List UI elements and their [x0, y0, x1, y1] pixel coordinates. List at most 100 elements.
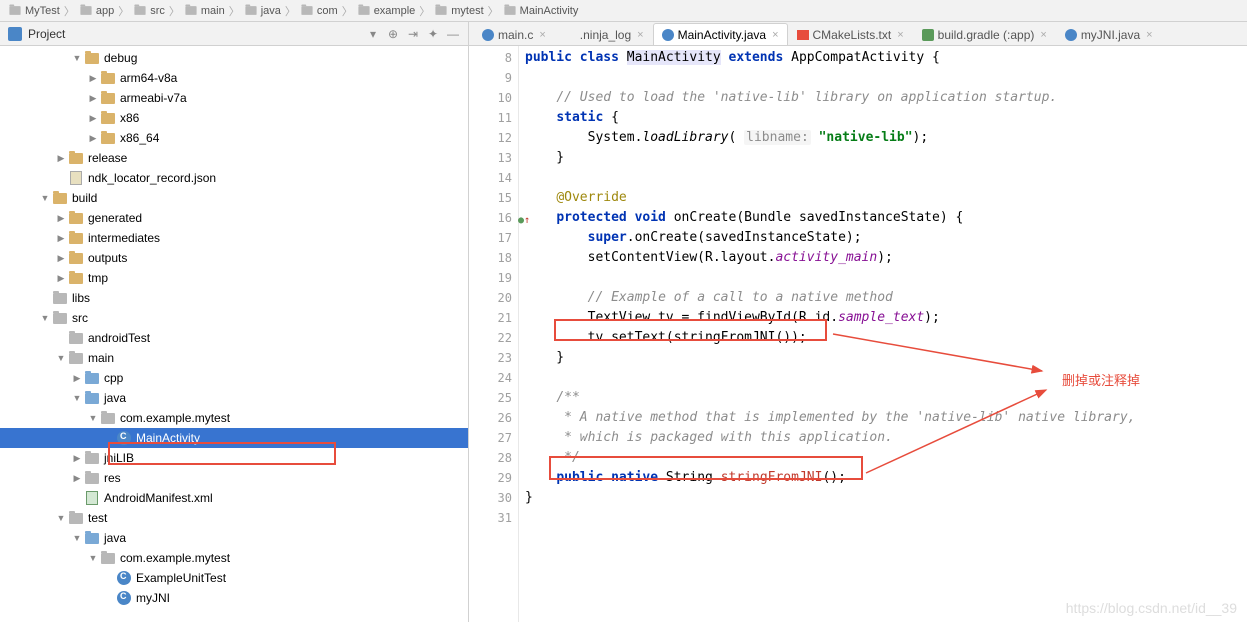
- chevron-down-icon[interactable]: ▼: [88, 413, 98, 423]
- code-line[interactable]: [525, 268, 1247, 288]
- code-line[interactable]: @Override: [525, 188, 1247, 208]
- tree-row[interactable]: myJNI: [0, 588, 468, 608]
- tree-row[interactable]: ▼src: [0, 308, 468, 328]
- tree-row[interactable]: ▼com.example.mytest: [0, 408, 468, 428]
- tree-row[interactable]: ▶release: [0, 148, 468, 168]
- code-line[interactable]: public class MainActivity extends AppCom…: [525, 48, 1247, 68]
- editor-tab[interactable]: myJNI.java×: [1056, 23, 1162, 45]
- close-icon[interactable]: ×: [1040, 29, 1046, 41]
- code-line[interactable]: setContentView(R.layout.activity_main);: [525, 248, 1247, 268]
- code-line[interactable]: tv.setText(stringFromJNI());: [525, 328, 1247, 348]
- close-icon[interactable]: ×: [637, 29, 643, 41]
- tree-row[interactable]: ndk_locator_record.json: [0, 168, 468, 188]
- editor-tab[interactable]: main.c×: [473, 23, 555, 45]
- breadcrumb-item[interactable]: MainActivity: [503, 5, 579, 17]
- tree-row[interactable]: ▶outputs: [0, 248, 468, 268]
- code-line[interactable]: // Used to load the 'native-lib' library…: [525, 88, 1247, 108]
- breadcrumb-item[interactable]: MyTest: [8, 5, 60, 17]
- chevron-right-icon[interactable]: ▶: [72, 373, 82, 383]
- code-line[interactable]: public native String stringFromJNI();: [525, 468, 1247, 488]
- tree-row[interactable]: ▼debug: [0, 48, 468, 68]
- tree-row[interactable]: ▼build: [0, 188, 468, 208]
- tree-row[interactable]: ▶x86_64: [0, 128, 468, 148]
- code[interactable]: public class MainActivity extends AppCom…: [519, 46, 1247, 622]
- chevron-down-icon[interactable]: ▼: [88, 553, 98, 563]
- code-line[interactable]: [525, 508, 1247, 528]
- chevron-down-icon[interactable]: ▼: [40, 193, 50, 203]
- tree-row[interactable]: androidTest: [0, 328, 468, 348]
- tree-row[interactable]: ▶jniLIB: [0, 448, 468, 468]
- code-line[interactable]: }: [525, 348, 1247, 368]
- chevron-right-icon[interactable]: ▶: [56, 213, 66, 223]
- tree-row[interactable]: MainActivity: [0, 428, 468, 448]
- breadcrumb-item[interactable]: example: [357, 5, 416, 17]
- chevron-down-icon[interactable]: ▼: [56, 513, 66, 523]
- dropdown-icon[interactable]: ▾: [366, 27, 380, 41]
- chevron-right-icon[interactable]: ▶: [56, 273, 66, 283]
- code-line[interactable]: */: [525, 448, 1247, 468]
- editor-tab[interactable]: MainActivity.java×: [653, 23, 788, 45]
- chevron-right-icon[interactable]: ▶: [88, 93, 98, 103]
- tree-row[interactable]: ▶cpp: [0, 368, 468, 388]
- tree-row[interactable]: libs: [0, 288, 468, 308]
- tree-row[interactable]: ▶intermediates: [0, 228, 468, 248]
- code-line[interactable]: [525, 168, 1247, 188]
- tree-row[interactable]: AndroidManifest.xml: [0, 488, 468, 508]
- tree-row[interactable]: ▼com.example.mytest: [0, 548, 468, 568]
- tree-row[interactable]: ▶arm64-v8a: [0, 68, 468, 88]
- breadcrumb-item[interactable]: src: [133, 5, 165, 17]
- chevron-right-icon[interactable]: ▶: [72, 453, 82, 463]
- chevron-down-icon[interactable]: ▼: [72, 53, 82, 63]
- chevron-right-icon[interactable]: ▶: [56, 233, 66, 243]
- code-line[interactable]: System.loadLibrary( libname: "native-lib…: [525, 128, 1247, 148]
- breadcrumb-item[interactable]: com: [300, 5, 338, 17]
- tree-row[interactable]: ▶generated: [0, 208, 468, 228]
- code-line[interactable]: // Example of a call to a native method: [525, 288, 1247, 308]
- breadcrumb-item[interactable]: app: [79, 5, 114, 17]
- chevron-down-icon[interactable]: ▼: [72, 533, 82, 543]
- tree-row[interactable]: ▼test: [0, 508, 468, 528]
- tree-row[interactable]: ▶tmp: [0, 268, 468, 288]
- close-icon[interactable]: ×: [772, 29, 778, 41]
- code-line[interactable]: * which is packaged with this applicatio…: [525, 428, 1247, 448]
- gear-icon[interactable]: ✦: [426, 27, 440, 41]
- project-tree[interactable]: ▼debug▶arm64-v8a▶armeabi-v7a▶x86▶x86_64▶…: [0, 46, 468, 622]
- breadcrumb-item[interactable]: mytest: [434, 5, 483, 17]
- chevron-right-icon[interactable]: ▶: [88, 113, 98, 123]
- breadcrumb-item[interactable]: java: [244, 5, 281, 17]
- tree-row[interactable]: ▼java: [0, 388, 468, 408]
- chevron-right-icon[interactable]: ▶: [88, 73, 98, 83]
- hide-icon[interactable]: —: [446, 27, 460, 41]
- code-line[interactable]: * A native method that is implemented by…: [525, 408, 1247, 428]
- collapse-icon[interactable]: ⇥: [406, 27, 420, 41]
- editor-tab[interactable]: .ninja_log×: [555, 23, 653, 45]
- code-line[interactable]: static {: [525, 108, 1247, 128]
- code-line[interactable]: }: [525, 488, 1247, 508]
- chevron-down-icon[interactable]: ▼: [40, 313, 50, 323]
- tree-row[interactable]: ▶x86: [0, 108, 468, 128]
- chevron-right-icon[interactable]: ▶: [56, 153, 66, 163]
- tree-row[interactable]: ▶armeabi-v7a: [0, 88, 468, 108]
- editor-area[interactable]: 8910111213141516●↑1718192021222324252627…: [469, 46, 1247, 622]
- code-line[interactable]: [525, 68, 1247, 88]
- chevron-down-icon[interactable]: ▼: [72, 393, 82, 403]
- breadcrumb-item[interactable]: main: [184, 5, 225, 17]
- code-line[interactable]: }: [525, 148, 1247, 168]
- close-icon[interactable]: ×: [1146, 29, 1152, 41]
- chevron-right-icon[interactable]: ▶: [88, 133, 98, 143]
- editor-tab[interactable]: CMakeLists.txt×: [788, 23, 913, 45]
- chevron-down-icon[interactable]: ▼: [56, 353, 66, 363]
- target-icon[interactable]: ⊕: [386, 27, 400, 41]
- tree-row[interactable]: ExampleUnitTest: [0, 568, 468, 588]
- code-line[interactable]: protected void onCreate(Bundle savedInst…: [525, 208, 1247, 228]
- code-line[interactable]: super.onCreate(savedInstanceState);: [525, 228, 1247, 248]
- tree-row[interactable]: ▶res: [0, 468, 468, 488]
- code-line[interactable]: TextView tv = findViewById(R.id.sample_t…: [525, 308, 1247, 328]
- editor-tab[interactable]: build.gradle (:app)×: [913, 23, 1056, 45]
- chevron-right-icon[interactable]: ▶: [56, 253, 66, 263]
- close-icon[interactable]: ×: [539, 29, 545, 41]
- chevron-right-icon[interactable]: ▶: [72, 473, 82, 483]
- code-line[interactable]: /**: [525, 388, 1247, 408]
- tree-row[interactable]: ▼main: [0, 348, 468, 368]
- close-icon[interactable]: ×: [897, 29, 903, 41]
